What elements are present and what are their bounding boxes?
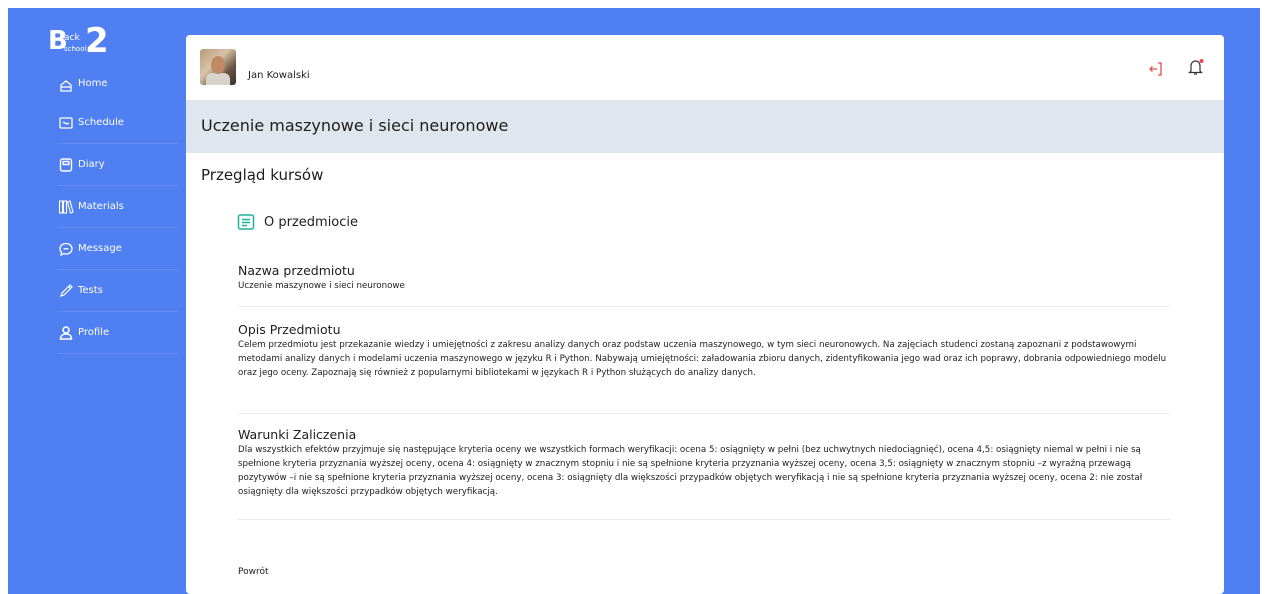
sidebar: B ack school 2 Home Schedule Diary Mater… [8,8,178,594]
logout-icon[interactable] [1148,61,1164,77]
avatar-face [211,56,225,74]
person-icon [58,325,74,341]
sidebar-item-label: Schedule [78,117,124,128]
sidebar-item-diary[interactable]: Diary [58,144,178,186]
sidebar-item-materials[interactable]: Materials [58,186,178,228]
conditions-text: Dla wszystkich efektów przyjmuje się nas… [238,445,1143,497]
sidebar-nav: Home Schedule Diary Materials Message Te… [58,72,178,354]
divider [238,306,1170,307]
sidebar-item-message[interactable]: Message [58,228,178,270]
document-icon [237,214,255,230]
description-text: Celem przedmiotu jest przekazanie wiedzy… [238,340,1167,378]
divider [238,519,1170,520]
about-subject-label: O przedmiocie [264,214,359,230]
avatar[interactable] [200,49,236,85]
sidebar-item-label: Diary [78,159,105,170]
user-name: Jan Kowalski [248,70,310,81]
logo[interactable]: B ack school 2 [48,24,118,68]
schedule-icon [58,115,74,131]
sidebar-item-home[interactable]: Home [58,72,178,102]
sidebar-item-label: Materials [78,201,124,212]
sidebar-item-profile[interactable]: Profile [58,312,178,354]
app-window: B ack school 2 Home Schedule Diary Mater… [8,8,1260,594]
sidebar-item-tests[interactable]: Tests [58,270,178,312]
section-title: Przegląd kursów [201,166,324,184]
pencil-icon [58,283,74,299]
message-icon [58,241,74,257]
sidebar-item-label: Profile [78,327,110,338]
sidebar-item-label: Message [78,243,122,254]
divider [238,413,1170,414]
logo-two: 2 [85,21,109,61]
course-title: Uczenie maszynowe i sieci neuronowe [201,116,509,135]
about-subject-heading[interactable]: O przedmiocie [236,212,358,232]
logo-school: school [64,45,87,53]
subject-name-value: Uczenie maszynowe i sieci neuronowe [238,281,405,291]
main-card: Jan Kowalski Uczenie maszynowe i sieci n… [186,35,1224,594]
diary-icon [58,157,74,173]
materials-icon [58,199,74,215]
sidebar-item-schedule[interactable]: Schedule [58,102,178,144]
avatar-body [206,73,230,85]
top-bar: Jan Kowalski [186,35,1224,100]
home-icon [58,78,74,94]
back-link[interactable]: Powrót [238,567,269,577]
subject-name-block: Nazwa przedmiotu Uczenie maszynowe i sie… [238,263,1170,293]
conditions-block: Warunki Zaliczenia Dla wszystkich efektó… [238,427,1170,499]
bell-icon[interactable] [1186,57,1206,77]
description-block: Opis Przedmiotu Celem przedmiotu jest pr… [238,322,1170,380]
conditions-heading: Warunki Zaliczenia [238,427,357,442]
sidebar-item-label: Tests [78,285,103,296]
description-heading: Opis Przedmiotu [238,322,341,337]
course-banner: Uczenie maszynowe i sieci neuronowe [186,100,1224,153]
sidebar-item-label: Home [78,78,108,89]
subject-name-heading: Nazwa przedmiotu [238,263,355,278]
logo-ack: ack [64,33,80,43]
